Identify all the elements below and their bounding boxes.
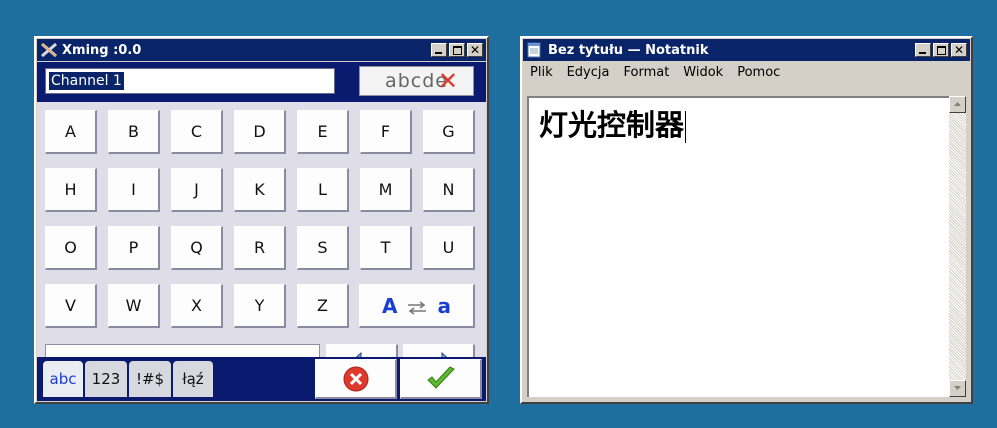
key-o[interactable]: O <box>45 226 97 270</box>
notepad-window: Bez tytułu — Notatnik ✕ Plik Edycja Form… <box>520 36 973 404</box>
menu-format[interactable]: Format <box>616 65 676 80</box>
menu-bar: Plik Edycja Format Widok Pomoc <box>523 62 970 82</box>
key-b[interactable]: B <box>108 110 160 154</box>
key-u[interactable]: U <box>423 226 475 270</box>
swap-arrows-icon <box>408 300 427 315</box>
key-m[interactable]: M <box>360 168 412 212</box>
cancel-icon <box>343 366 369 392</box>
key-j[interactable]: J <box>171 168 223 212</box>
key-l[interactable]: L <box>297 168 349 212</box>
xming-window: Xming :0.0 ✕ Channel 1 abcde ✕ A B C D E… <box>34 36 489 404</box>
xming-x-icon <box>40 42 58 58</box>
case-toggle-button[interactable]: A a <box>359 284 475 328</box>
key-n[interactable]: N <box>423 168 475 212</box>
key-p[interactable]: P <box>108 226 160 270</box>
close-button[interactable]: ✕ <box>951 43 967 57</box>
key-g[interactable]: G <box>423 110 475 154</box>
cancel-button[interactable] <box>315 359 397 399</box>
input-strip: Channel 1 abcde ✕ <box>37 62 486 102</box>
key-z[interactable]: Z <box>297 284 349 328</box>
menu-pomoc[interactable]: Pomoc <box>730 65 787 80</box>
maximize-button[interactable] <box>449 43 465 57</box>
maximize-button[interactable] <box>933 43 949 57</box>
key-x[interactable]: X <box>171 284 223 328</box>
key-c[interactable]: C <box>171 110 223 154</box>
scroll-down-button[interactable] <box>949 380 966 397</box>
key-w[interactable]: W <box>108 284 160 328</box>
key-e[interactable]: E <box>297 110 349 154</box>
clear-mode-button[interactable]: abcde ✕ <box>359 66 474 96</box>
notepad-titlebar[interactable]: Bez tytułu — Notatnik ✕ <box>523 39 970 61</box>
text-editor[interactable]: 灯光控制器 <box>527 96 949 397</box>
window-title: Xming :0.0 <box>62 42 142 58</box>
key-v[interactable]: V <box>45 284 97 328</box>
key-h[interactable]: H <box>45 168 97 212</box>
tab-123[interactable]: 123 <box>85 361 127 397</box>
vertical-scrollbar[interactable] <box>949 96 966 397</box>
menu-plik[interactable]: Plik <box>523 65 560 80</box>
key-r[interactable]: R <box>234 226 286 270</box>
clear-x-icon: ✕ <box>437 67 459 95</box>
up-arrow-icon <box>954 102 961 106</box>
key-q[interactable]: Q <box>171 226 223 270</box>
scroll-up-button[interactable] <box>949 96 966 113</box>
window-title: Bez tytułu — Notatnik <box>548 42 709 58</box>
minimize-button[interactable] <box>431 43 447 57</box>
key-k[interactable]: K <box>234 168 286 212</box>
key-t[interactable]: T <box>360 226 412 270</box>
text-caret <box>685 111 687 143</box>
tab-polish[interactable]: łąź <box>173 361 213 397</box>
channel-input[interactable]: Channel 1 <box>45 68 335 94</box>
menu-edycja[interactable]: Edycja <box>560 65 617 80</box>
key-s[interactable]: S <box>297 226 349 270</box>
key-d[interactable]: D <box>234 110 286 154</box>
editor-text-value: 灯光控制器 <box>539 108 685 142</box>
tab-symbols[interactable]: !#$ <box>129 361 171 397</box>
key-y[interactable]: Y <box>234 284 286 328</box>
minimize-button[interactable] <box>915 43 931 57</box>
menu-widok[interactable]: Widok <box>676 65 730 80</box>
tab-abc[interactable]: abc <box>43 361 83 397</box>
case-lower-label: a <box>437 294 451 318</box>
case-upper-label: A <box>382 294 398 318</box>
channel-input-value: Channel 1 <box>49 72 124 90</box>
bottom-strip: abc 123 !#$ łąź <box>37 357 486 401</box>
ok-button[interactable] <box>400 359 482 399</box>
key-a[interactable]: A <box>45 110 97 154</box>
xming-titlebar[interactable]: Xming :0.0 ✕ <box>37 39 486 61</box>
close-button[interactable]: ✕ <box>467 43 483 57</box>
key-f[interactable]: F <box>360 110 412 154</box>
keyboard-body: Channel 1 abcde ✕ A B C D E F G H I J K … <box>37 62 486 401</box>
editor-content: 灯光控制器 <box>539 102 687 144</box>
checkmark-icon <box>427 366 455 389</box>
down-arrow-icon <box>954 386 961 390</box>
notepad-icon <box>526 42 544 58</box>
key-i[interactable]: I <box>108 168 160 212</box>
